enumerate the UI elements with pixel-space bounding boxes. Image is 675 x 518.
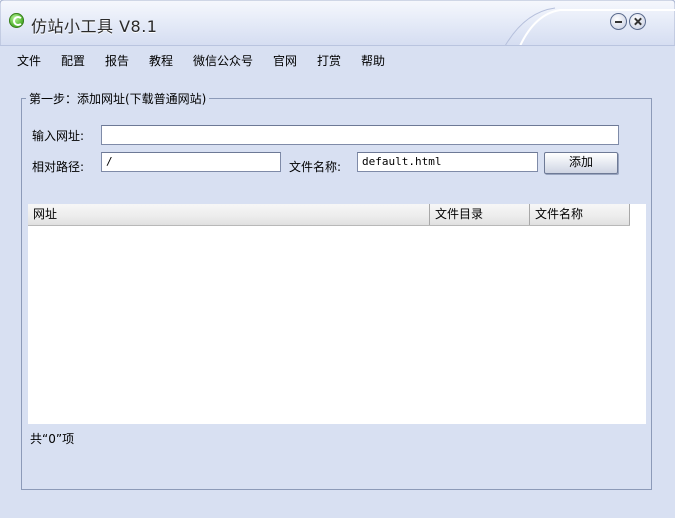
menu-config[interactable]: 配置: [61, 52, 85, 69]
url-input[interactable]: [101, 125, 619, 145]
list-header: 网址 文件目录 文件名称: [28, 204, 630, 226]
menu-report[interactable]: 报告: [105, 52, 129, 69]
menu-website[interactable]: 官网: [273, 52, 297, 69]
item-count: 共“0”项: [30, 432, 75, 446]
url-label: 输入网址:: [32, 129, 85, 143]
add-button[interactable]: 添加: [544, 152, 618, 174]
menu-tutorial[interactable]: 教程: [149, 52, 173, 69]
minimize-icon[interactable]: [610, 13, 627, 30]
menu-help[interactable]: 帮助: [361, 52, 385, 69]
filename-label: 文件名称:: [289, 160, 342, 174]
menu-donate[interactable]: 打赏: [317, 52, 341, 69]
path-input[interactable]: /: [101, 152, 281, 172]
column-filename[interactable]: 文件名称: [530, 204, 630, 225]
menu-wechat[interactable]: 微信公众号: [193, 52, 253, 69]
menu-file[interactable]: 文件: [17, 52, 41, 69]
window-title: 仿站小工具 V8.1: [31, 17, 158, 36]
step1-title: 第一步：添加网址(下载普通网站): [26, 90, 210, 107]
title-bar: 仿站小工具 V8.1: [0, 0, 675, 46]
menu-bar: 文件 配置 报告 教程 微信公众号 官网 打赏 帮助: [0, 50, 675, 70]
column-url[interactable]: 网址: [28, 204, 430, 225]
url-list[interactable]: 网址 文件目录 文件名称: [28, 204, 646, 424]
path-label: 相对路径:: [32, 160, 85, 174]
app-logo-icon: [9, 13, 24, 28]
column-directory[interactable]: 文件目录: [430, 204, 530, 225]
close-icon[interactable]: [629, 13, 646, 30]
filename-input[interactable]: default.html: [357, 152, 538, 172]
